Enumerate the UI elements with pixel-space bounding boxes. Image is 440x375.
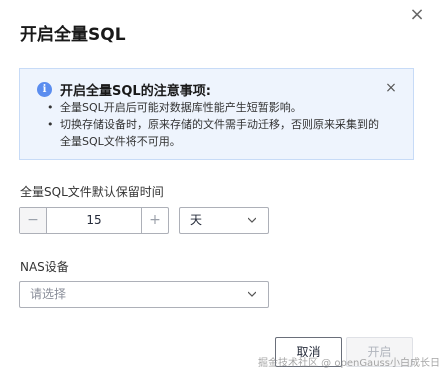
notice-item: 切换存储设备时，原来存储的文件需手动迁移，否则原来采集到的全量SQL文件将不可用… bbox=[44, 116, 380, 150]
close-icon[interactable]: × bbox=[408, 6, 426, 24]
retention-unit-value: 天 bbox=[190, 213, 203, 227]
retention-unit-select[interactable]: 天 bbox=[179, 207, 269, 234]
notice-banner: i 开启全量SQL的注意事项: 全量SQL开启后可能对数据库性能产生短暂影响。 … bbox=[19, 68, 414, 160]
nas-label: NAS设备 bbox=[20, 260, 69, 274]
stepper-plus-button[interactable]: + bbox=[141, 208, 168, 233]
stepper-minus-button[interactable]: − bbox=[20, 208, 47, 233]
notice-item: 全量SQL开启后可能对数据库性能产生短暂影响。 bbox=[44, 99, 380, 116]
notice-close-icon[interactable]: × bbox=[384, 81, 398, 95]
dialog-title: 开启全量SQL bbox=[20, 25, 126, 45]
retention-stepper: − 15 + bbox=[19, 207, 169, 234]
chevron-down-icon bbox=[248, 291, 256, 297]
retention-label: 全量SQL文件默认保留时间 bbox=[20, 185, 164, 199]
notice-list: 全量SQL开启后可能对数据库性能产生短暂影响。 切换存储设备时，原来存储的文件需… bbox=[44, 99, 380, 150]
chevron-down-icon bbox=[248, 217, 256, 223]
watermark: 掘金技术社区 @ openGauss小白成长日记 bbox=[258, 358, 440, 369]
nas-placeholder: 请选择 bbox=[30, 287, 67, 301]
notice-title: 开启全量SQL的注意事项: bbox=[60, 84, 211, 99]
nas-select[interactable]: 请选择 bbox=[19, 281, 269, 308]
info-icon: i bbox=[37, 82, 52, 97]
retention-value-input[interactable]: 15 bbox=[47, 208, 141, 233]
